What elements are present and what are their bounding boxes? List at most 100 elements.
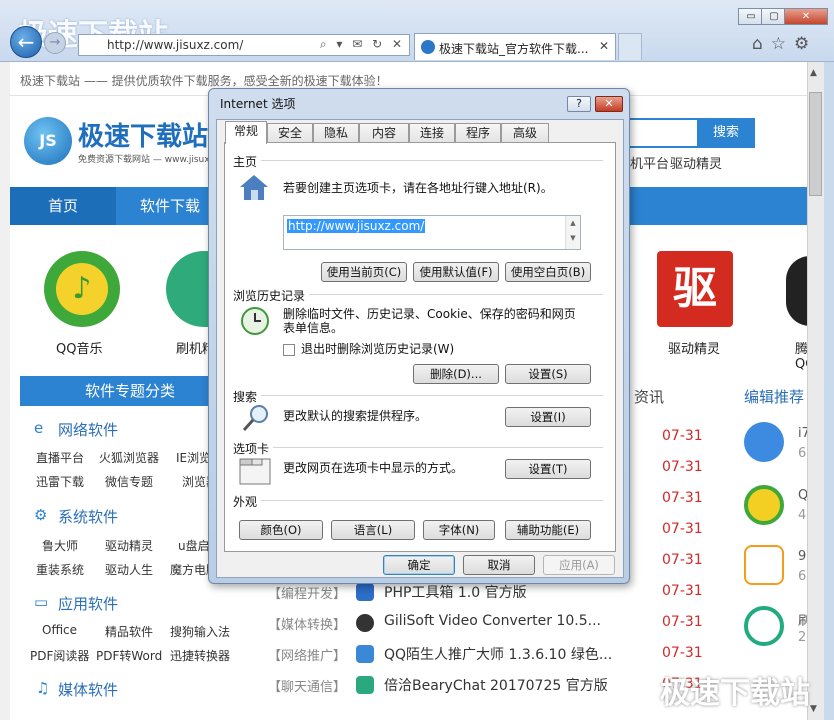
hot-link[interactable]: 驱动精灵	[670, 153, 722, 172]
category-link[interactable]: Office	[42, 623, 77, 637]
row-title[interactable]: 倍洽BearyChat 20170725 官方版	[384, 675, 608, 695]
delete-on-exit-label[interactable]: 退出时删除浏览历史记录(W)	[301, 342, 454, 357]
window-frame	[824, 62, 834, 720]
section-title[interactable]: 应用软件	[58, 593, 118, 614]
history-desc-line2: 表单信息。	[283, 321, 344, 335]
category-link[interactable]: 火狐浏览器	[99, 449, 159, 466]
divider	[273, 447, 603, 448]
accessibility-button[interactable]: 辅助功能(E)	[505, 520, 591, 540]
scroll-down-icon[interactable]: ▼	[810, 704, 817, 714]
category-link[interactable]: 精品软件	[105, 623, 153, 640]
browser-tab-title[interactable]: 极速下载站_官方软件下载...	[439, 40, 588, 57]
homepage-url-value[interactable]: http://www.jisuxz.com/	[287, 219, 426, 233]
category-link[interactable]: PDF阅读器	[30, 647, 89, 664]
section-title[interactable]: 媒体软件	[58, 679, 118, 700]
site-logo-icon[interactable]: JS	[24, 117, 72, 165]
home-star-gear-icons[interactable]: ⌂☆⚙	[752, 34, 817, 54]
tab-advanced[interactable]: 高级	[501, 123, 549, 143]
delete-history-button[interactable]: 删除(D)...	[413, 364, 499, 384]
tab-security[interactable]: 安全	[267, 123, 313, 143]
nav-home[interactable]: 首页	[10, 187, 116, 225]
tab-content[interactable]: 内容	[359, 123, 409, 143]
section-title[interactable]: 系统软件	[58, 506, 118, 527]
gear-icon: ⚙	[34, 506, 48, 524]
scroll-up-icon[interactable]: ▲	[810, 68, 817, 78]
address-text[interactable]: http://www.jisuxz.com/	[107, 38, 243, 52]
divider	[261, 395, 603, 396]
use-default-button[interactable]: 使用默认值(F)	[413, 262, 499, 282]
fonts-button[interactable]: 字体(N)	[423, 520, 495, 540]
tabs-settings-button[interactable]: 设置(T)	[505, 459, 591, 479]
tab-close-icon[interactable]: ✕	[599, 39, 609, 53]
category-link[interactable]: 迅捷转换器	[170, 647, 230, 664]
back-button[interactable]: ←	[10, 26, 42, 58]
category-link[interactable]: 重装系统	[36, 561, 84, 578]
site-logo-text[interactable]: 极速下载站	[78, 116, 208, 153]
history-desc-line1: 删除临时文件、历史记录、Cookie、保存的密码和网页	[283, 307, 576, 321]
apply-button[interactable]: 应用(A)	[543, 555, 615, 575]
row-category[interactable]: 【媒体转换】	[268, 614, 346, 633]
help-button[interactable]: ?	[567, 96, 591, 112]
qq-music-icon[interactable]	[744, 485, 784, 525]
category-link[interactable]: 直播平台	[36, 449, 84, 466]
magnifier-icon	[242, 405, 268, 432]
textarea-scrollbar[interactable]: ▲ ▼	[565, 216, 580, 249]
search-settings-button[interactable]: 设置(I)	[505, 407, 591, 427]
tab-connections[interactable]: 连接	[409, 123, 455, 143]
app-9-icon[interactable]	[744, 545, 784, 585]
row-category[interactable]: 【编程开发】	[268, 583, 346, 602]
featured-app-label[interactable]: 驱动精灵	[668, 338, 720, 357]
homepage-url-textarea[interactable]: http://www.jisuxz.com/ ▲ ▼	[283, 215, 581, 250]
driver-genius-icon[interactable]: 驱	[657, 251, 733, 327]
tab-privacy[interactable]: 隐私	[313, 123, 359, 143]
forward-button[interactable]: →	[44, 32, 66, 54]
row-category[interactable]: 【聊天通信】	[268, 676, 346, 695]
row-title[interactable]: PHP工具箱 1.0 官方版	[384, 582, 527, 602]
row-category[interactable]: 【网络推广】	[268, 645, 346, 664]
divider	[261, 500, 603, 501]
address-bar[interactable]: http://www.jisuxz.com/ ⌕ ▾ ✉ ↻ ✕	[78, 34, 410, 56]
category-link[interactable]: 驱动人生	[105, 561, 153, 578]
tab-news[interactable]: 资讯	[634, 386, 664, 407]
hot-link[interactable]: 机平台	[630, 153, 669, 172]
ok-button[interactable]: 确定	[383, 555, 455, 575]
tab-editor-picks[interactable]: 编辑推荐	[744, 386, 804, 407]
new-tab-button[interactable]	[618, 33, 642, 60]
scroll-thumb[interactable]	[809, 92, 822, 196]
history-settings-button[interactable]: 设置(S)	[505, 364, 591, 384]
ie-icon: e	[34, 419, 44, 437]
shuaji-icon[interactable]	[744, 606, 784, 646]
weibo-icon[interactable]	[744, 422, 784, 462]
row-title[interactable]: QQ陌生人推广大师 1.3.6.10 绿色...	[384, 644, 612, 664]
row-title[interactable]: GiliSoft Video Converter 10.5...	[384, 613, 601, 629]
news-date: 07-31	[662, 614, 703, 630]
use-blank-button[interactable]: 使用空白页(B)	[505, 262, 591, 282]
address-bar-icons[interactable]: ⌕ ▾ ✉ ↻ ✕	[320, 37, 405, 52]
tab-programs[interactable]: 程序	[455, 123, 501, 143]
cancel-button[interactable]: 取消	[463, 555, 535, 575]
dialog-close-button[interactable]: ✕	[595, 96, 623, 112]
category-link[interactable]: PDF转Word	[96, 647, 162, 664]
browser-tab[interactable]: 极速下载站_官方软件下载... ✕	[414, 33, 616, 60]
section-title[interactable]: 网络软件	[58, 419, 118, 440]
app-window-icon: ▭	[34, 593, 49, 611]
category-link[interactable]: 搜狗输入法	[170, 623, 230, 640]
languages-button[interactable]: 语言(L)	[331, 520, 415, 540]
side-sub: 4	[798, 508, 807, 523]
use-current-button[interactable]: 使用当前页(C)	[321, 262, 407, 282]
divider	[261, 160, 603, 161]
tab-general[interactable]: 常规	[225, 121, 267, 144]
category-link[interactable]: 微信专题	[105, 473, 153, 490]
news-date: 07-31	[662, 645, 703, 661]
category-link[interactable]: 迅雷下载	[36, 473, 84, 490]
category-link[interactable]: 驱动精灵	[105, 537, 153, 554]
featured-app-label[interactable]: QQ音乐	[56, 338, 102, 357]
delete-on-exit-checkbox[interactable]	[283, 344, 295, 356]
site-search-button[interactable]: 搜索	[697, 118, 755, 148]
close-window-button[interactable]: ✕	[784, 8, 828, 25]
watermark-bottom: 极速下载站	[660, 676, 810, 711]
side-title[interactable]: 9	[798, 549, 806, 564]
category-link[interactable]: 鲁大师	[42, 537, 78, 554]
colors-button[interactable]: 颜色(O)	[239, 520, 323, 540]
nav-software-download[interactable]: 软件下载	[120, 187, 220, 225]
